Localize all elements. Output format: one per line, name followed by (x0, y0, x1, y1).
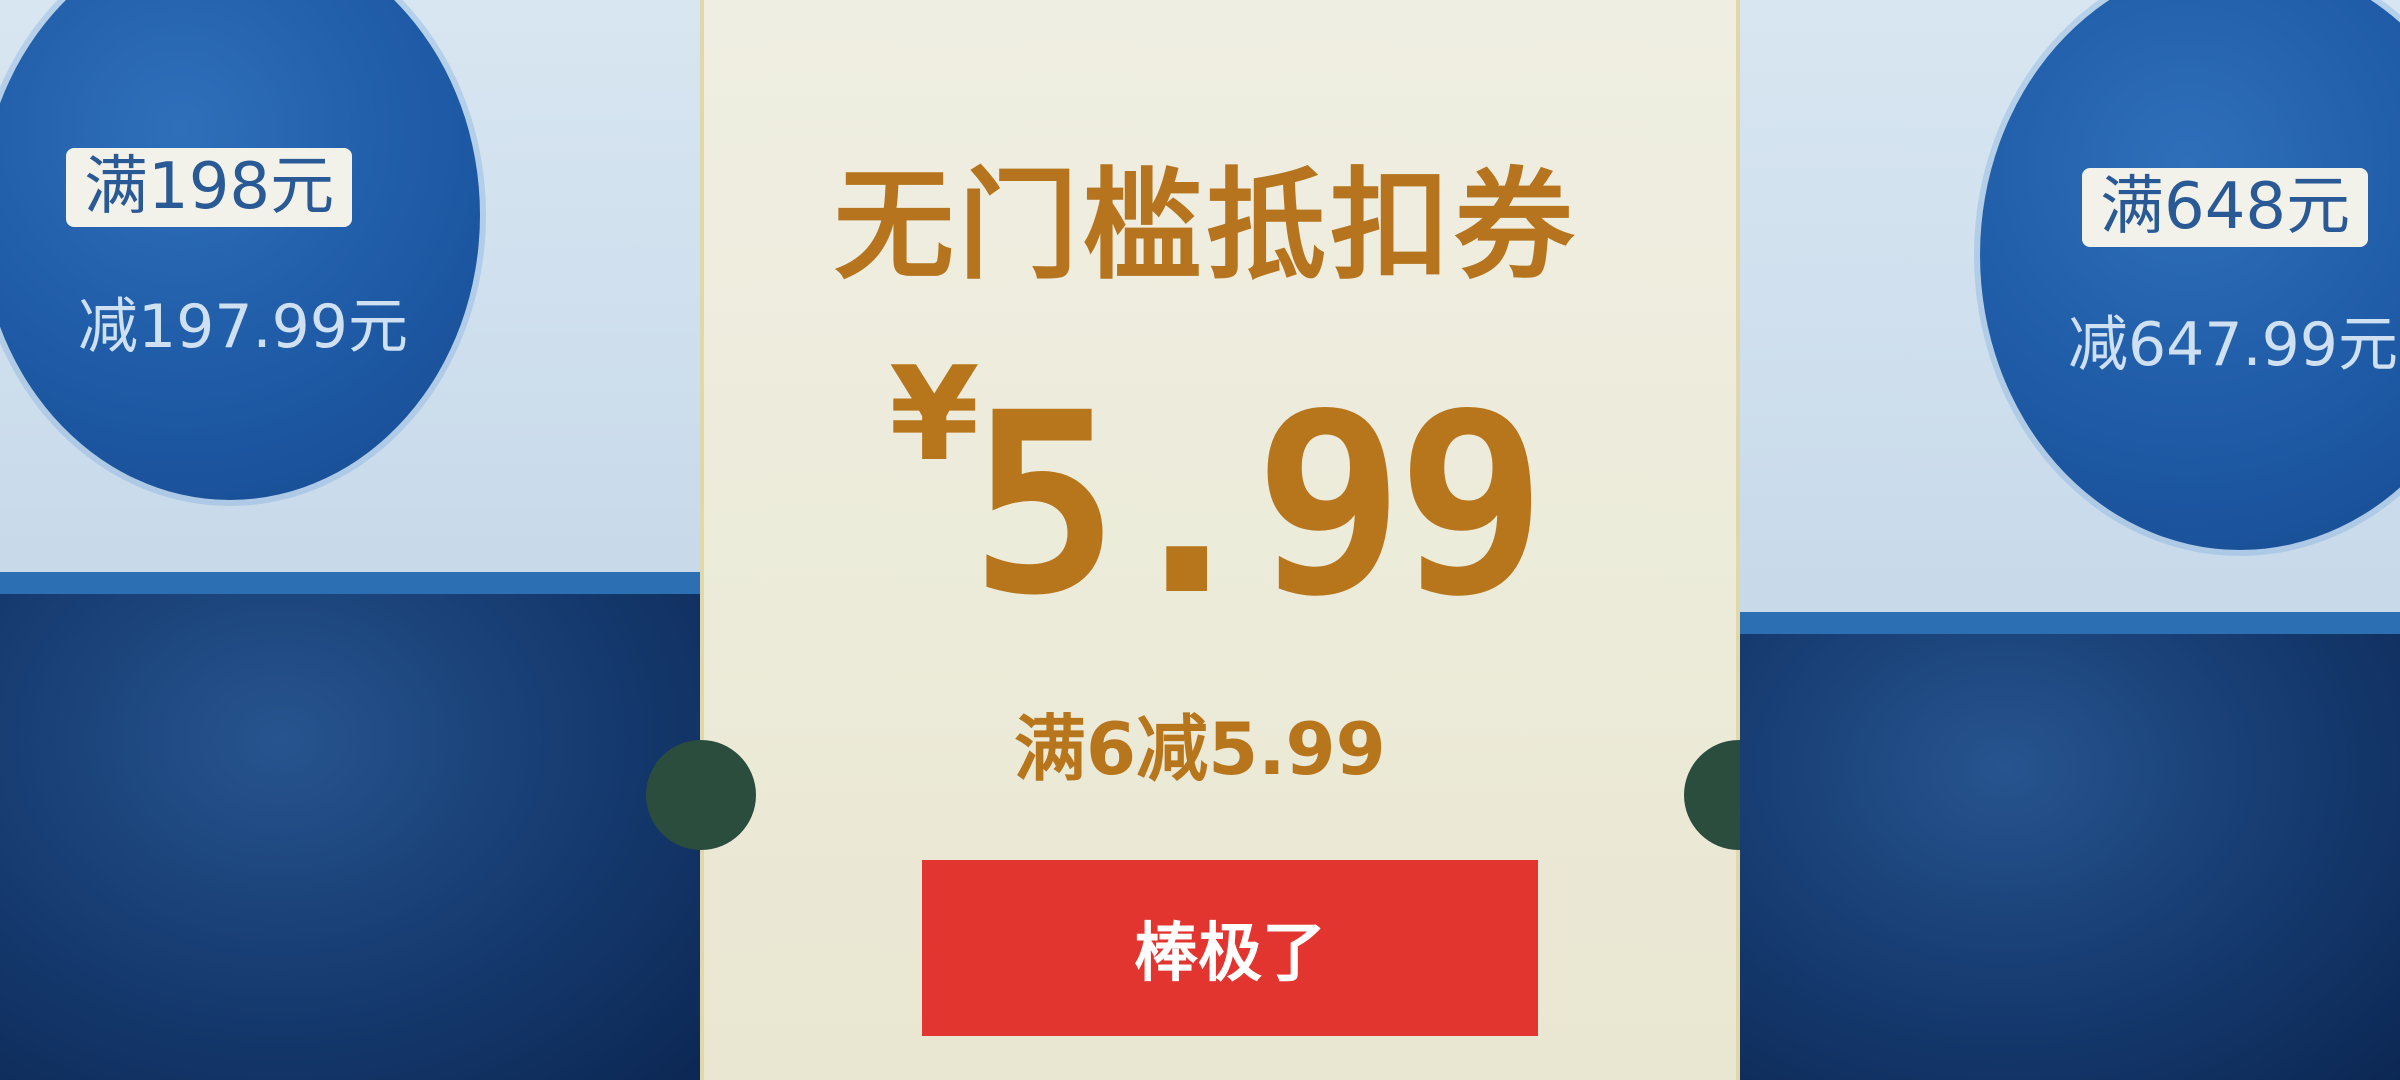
coupon-notch-left (646, 740, 756, 850)
coupon-title: 无门槛抵扣券 (834, 157, 1578, 296)
claim-coupon-button[interactable]: 棒极了 (922, 860, 1538, 1036)
coupon-left-discount: 减197.99元 (78, 292, 408, 362)
coupon-card-center: 无门槛抵扣券 ¥ 5.99 满6减5.99 棒极了 (646, 0, 1794, 1080)
coupon-right-discount: 减647.99元 (2068, 310, 2398, 380)
coupon-left-divider (0, 572, 700, 594)
coupon-card-right[interactable]: 满648元 减647.99元 (1740, 0, 2400, 1080)
coupon-card-left[interactable]: 满198元 减197.99元 (0, 0, 700, 1080)
coupon-right-threshold: 满648元 (2082, 168, 2369, 248)
coupon-condition: 满6减5.99 (1014, 707, 1386, 791)
coupon-amount: 5.99 (969, 359, 1547, 650)
coupon-right-divider (1740, 612, 2400, 634)
coupon-left-bottom (0, 594, 700, 1080)
currency-symbol: ¥ (889, 338, 980, 490)
coupon-right-bottom (1740, 634, 2400, 1080)
coupon-left-threshold: 满198元 (66, 148, 353, 228)
